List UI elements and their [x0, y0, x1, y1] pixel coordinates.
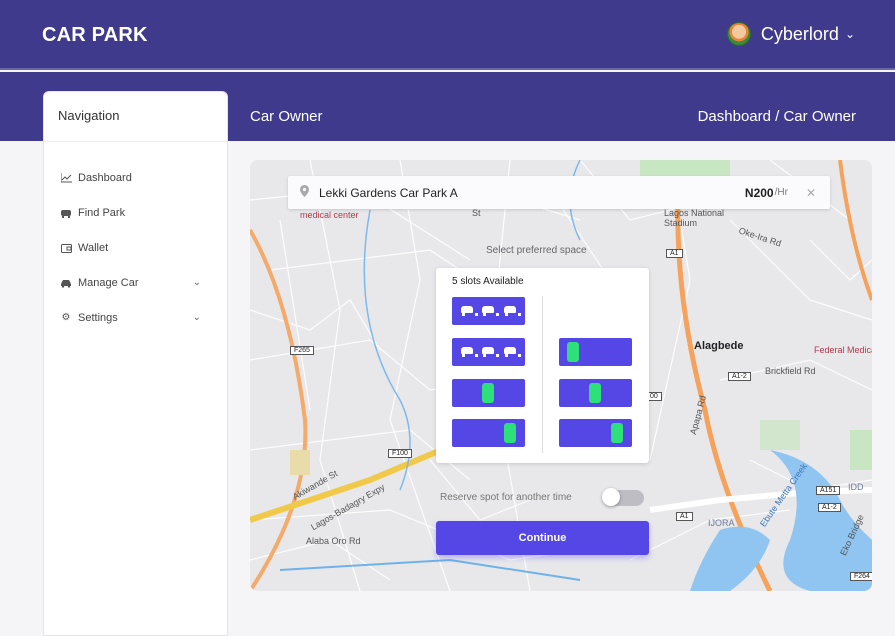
sidebar-item-wallet[interactable]: Wallet	[44, 230, 227, 265]
road-shield: F265	[290, 346, 314, 355]
toggle-knob	[602, 488, 620, 506]
road-shield: A1	[666, 249, 683, 258]
slot-marker	[589, 383, 601, 403]
sidebar-item-dashboard[interactable]: Dashboard	[44, 160, 227, 195]
parking-slot[interactable]	[559, 419, 632, 447]
road-shield: A151	[816, 486, 841, 495]
car-icon	[60, 277, 72, 289]
map-label: Lagos National Stadium	[664, 208, 725, 228]
map-label: Alaba Oro Rd	[306, 536, 361, 546]
continue-button[interactable]: Continue	[436, 521, 649, 555]
sidebar-item-label: Wallet	[78, 241, 109, 254]
sidebar-item-label: Dashboard	[78, 171, 132, 184]
chevron-down-icon: ⌄	[192, 277, 201, 288]
car-icon	[503, 347, 522, 357]
avatar	[726, 22, 751, 46]
sidebar-item-settings[interactable]: ⚙ Settings ⌄	[44, 300, 227, 335]
slot-marker	[611, 423, 623, 443]
location-pin-icon	[300, 185, 309, 200]
car-icon	[481, 306, 500, 316]
map-label: St	[472, 208, 481, 218]
select-space-hint: Select preferred space	[486, 245, 587, 256]
parking-slot[interactable]	[559, 379, 632, 407]
map-label: Federal Medica	[814, 345, 872, 355]
top-bar: CAR PARK Cyberlord ⌄	[0, 0, 895, 70]
sidebar-item-label: Manage Car	[78, 276, 139, 289]
breadcrumb: Dashboard / Car Owner	[697, 108, 856, 125]
map-label: Brickfield Rd	[765, 366, 816, 376]
price-unit: /Hr	[774, 187, 788, 198]
parking-slot[interactable]	[452, 379, 525, 407]
parking-slot-full	[452, 338, 525, 366]
reserve-toggle[interactable]	[602, 488, 644, 506]
sidebar-item-label: Find Park	[78, 206, 126, 219]
car-icon	[460, 347, 478, 357]
sidebar-item-manage-car[interactable]: Manage Car ⌄	[44, 265, 227, 300]
brand-logo[interactable]: CAR PARK	[42, 24, 148, 47]
chart-line-icon	[60, 172, 72, 184]
road-shield: A1	[676, 512, 693, 521]
aisle-divider	[542, 296, 543, 453]
map-label: Alagbede	[694, 340, 744, 352]
slot-marker	[482, 383, 494, 403]
slot-marker	[567, 342, 579, 362]
sidebar-heading: Navigation	[44, 92, 227, 142]
car-icon	[481, 347, 500, 357]
reserve-label: Reserve spot for another time	[440, 492, 572, 503]
park-name: Lekki Gardens Car Park A	[319, 185, 458, 200]
road-shield: F100	[388, 449, 412, 458]
user-menu[interactable]: Cyberlord ⌄	[726, 22, 855, 46]
park-search-bar[interactable]: Lekki Gardens Car Park A N200 /Hr ✕	[288, 176, 830, 209]
chevron-down-icon: ⌄	[844, 27, 855, 41]
map-view[interactable]: medical center St Lagos National Stadium…	[250, 160, 872, 591]
road-shield: F264	[850, 572, 872, 581]
sidebar-item-label: Settings	[78, 311, 118, 324]
slots-available-label: 5 slots Available	[452, 276, 524, 287]
wallet-icon	[60, 242, 72, 254]
chevron-down-icon: ⌄	[192, 312, 201, 323]
close-icon[interactable]: ✕	[806, 186, 816, 200]
user-name: Cyberlord	[760, 23, 839, 44]
map-label: medical center	[300, 210, 359, 220]
car-icon	[460, 306, 478, 316]
road-shield: A1-2	[728, 372, 751, 381]
parking-slot-full	[452, 297, 525, 325]
road-shield: A1-2	[818, 503, 841, 512]
slot-marker	[504, 423, 516, 443]
page-title: Car Owner	[250, 108, 323, 125]
car-icon	[503, 306, 522, 316]
parking-slot[interactable]	[559, 338, 632, 366]
park-price: N200	[744, 185, 774, 200]
car-front-icon	[60, 207, 72, 219]
sidebar: Navigation Dashboard Find Park Wallet Ma…	[43, 91, 228, 636]
parking-slot[interactable]	[452, 419, 525, 447]
nav-list: Dashboard Find Park Wallet Manage Car ⌄ …	[44, 142, 227, 335]
sidebar-item-find-park[interactable]: Find Park	[44, 195, 227, 230]
map-label: IJORA	[708, 518, 735, 528]
slot-picker: 5 slots Available	[436, 268, 649, 463]
map-label: IDD	[848, 482, 864, 492]
gear-icon: ⚙	[61, 312, 71, 323]
